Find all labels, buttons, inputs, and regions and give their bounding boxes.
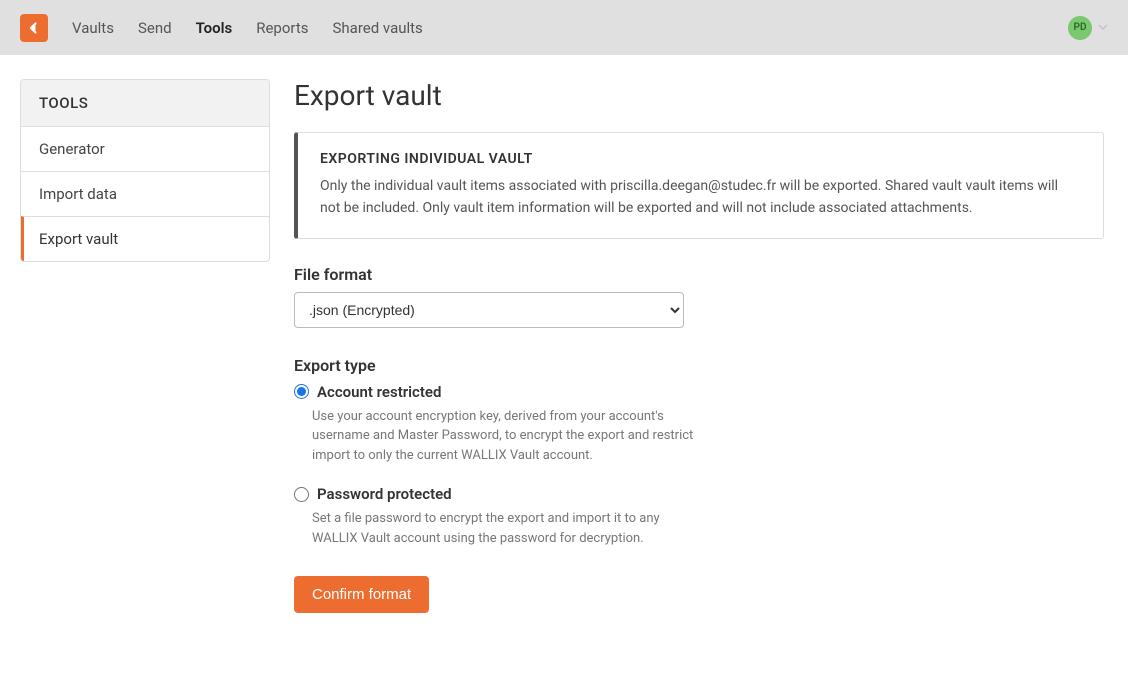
radio-label-password-protected: Password protected [317, 485, 452, 503]
radio-desc-account-restricted: Use your account encryption key, derived… [294, 407, 694, 466]
page-layout: TOOLS Generator Import data Export vault… [0, 55, 1128, 637]
nav-reports[interactable]: Reports [256, 19, 308, 37]
nav-send[interactable]: Send [138, 19, 172, 37]
nav-tools[interactable]: Tools [196, 19, 233, 37]
page-title: Export vault [294, 79, 1104, 112]
nav-vaults[interactable]: Vaults [72, 19, 114, 37]
file-format-label: File format [294, 265, 1104, 284]
top-navbar: Vaults Send Tools Reports Shared vaults … [0, 0, 1128, 55]
export-callout: EXPORTING INDIVIDUAL VAULT Only the indi… [294, 132, 1104, 239]
sidebar-item-import-data[interactable]: Import data [21, 171, 269, 216]
chevron-down-icon[interactable] [1098, 20, 1108, 36]
logo-icon [25, 19, 43, 37]
main-content: Export vault EXPORTING INDIVIDUAL VAULT … [294, 79, 1104, 613]
radio-row-password-protected[interactable]: Password protected [294, 485, 694, 503]
radio-desc-password-protected: Set a file password to encrypt the expor… [294, 509, 694, 548]
sidebar: TOOLS Generator Import data Export vault [20, 79, 270, 262]
callout-body: Only the individual vault items associat… [320, 175, 1081, 220]
radio-label-account-restricted: Account restricted [317, 383, 441, 401]
radio-option-password-protected: Password protected Set a file password t… [294, 485, 694, 548]
radio-row-account-restricted[interactable]: Account restricted [294, 383, 694, 401]
file-format-field: File format .json (Encrypted) [294, 265, 1104, 328]
confirm-format-button[interactable]: Confirm format [294, 576, 429, 613]
file-format-select[interactable]: .json (Encrypted) [294, 292, 684, 328]
export-type-field: Export type Account restricted Use your … [294, 356, 1104, 549]
sidebar-item-generator[interactable]: Generator [21, 126, 269, 171]
topbar-right: PD [1068, 16, 1108, 40]
sidebar-header: TOOLS [21, 80, 269, 126]
nav-shared-vaults[interactable]: Shared vaults [333, 19, 423, 37]
nav-items: Vaults Send Tools Reports Shared vaults [72, 19, 423, 37]
callout-title: EXPORTING INDIVIDUAL VAULT [320, 151, 1081, 167]
user-avatar[interactable]: PD [1068, 16, 1092, 40]
app-logo[interactable] [20, 14, 48, 42]
radio-option-account-restricted: Account restricted Use your account encr… [294, 383, 694, 466]
export-type-label: Export type [294, 356, 1104, 375]
radio-account-restricted[interactable] [294, 384, 309, 399]
radio-password-protected[interactable] [294, 487, 309, 502]
sidebar-item-export-vault[interactable]: Export vault [21, 216, 269, 261]
